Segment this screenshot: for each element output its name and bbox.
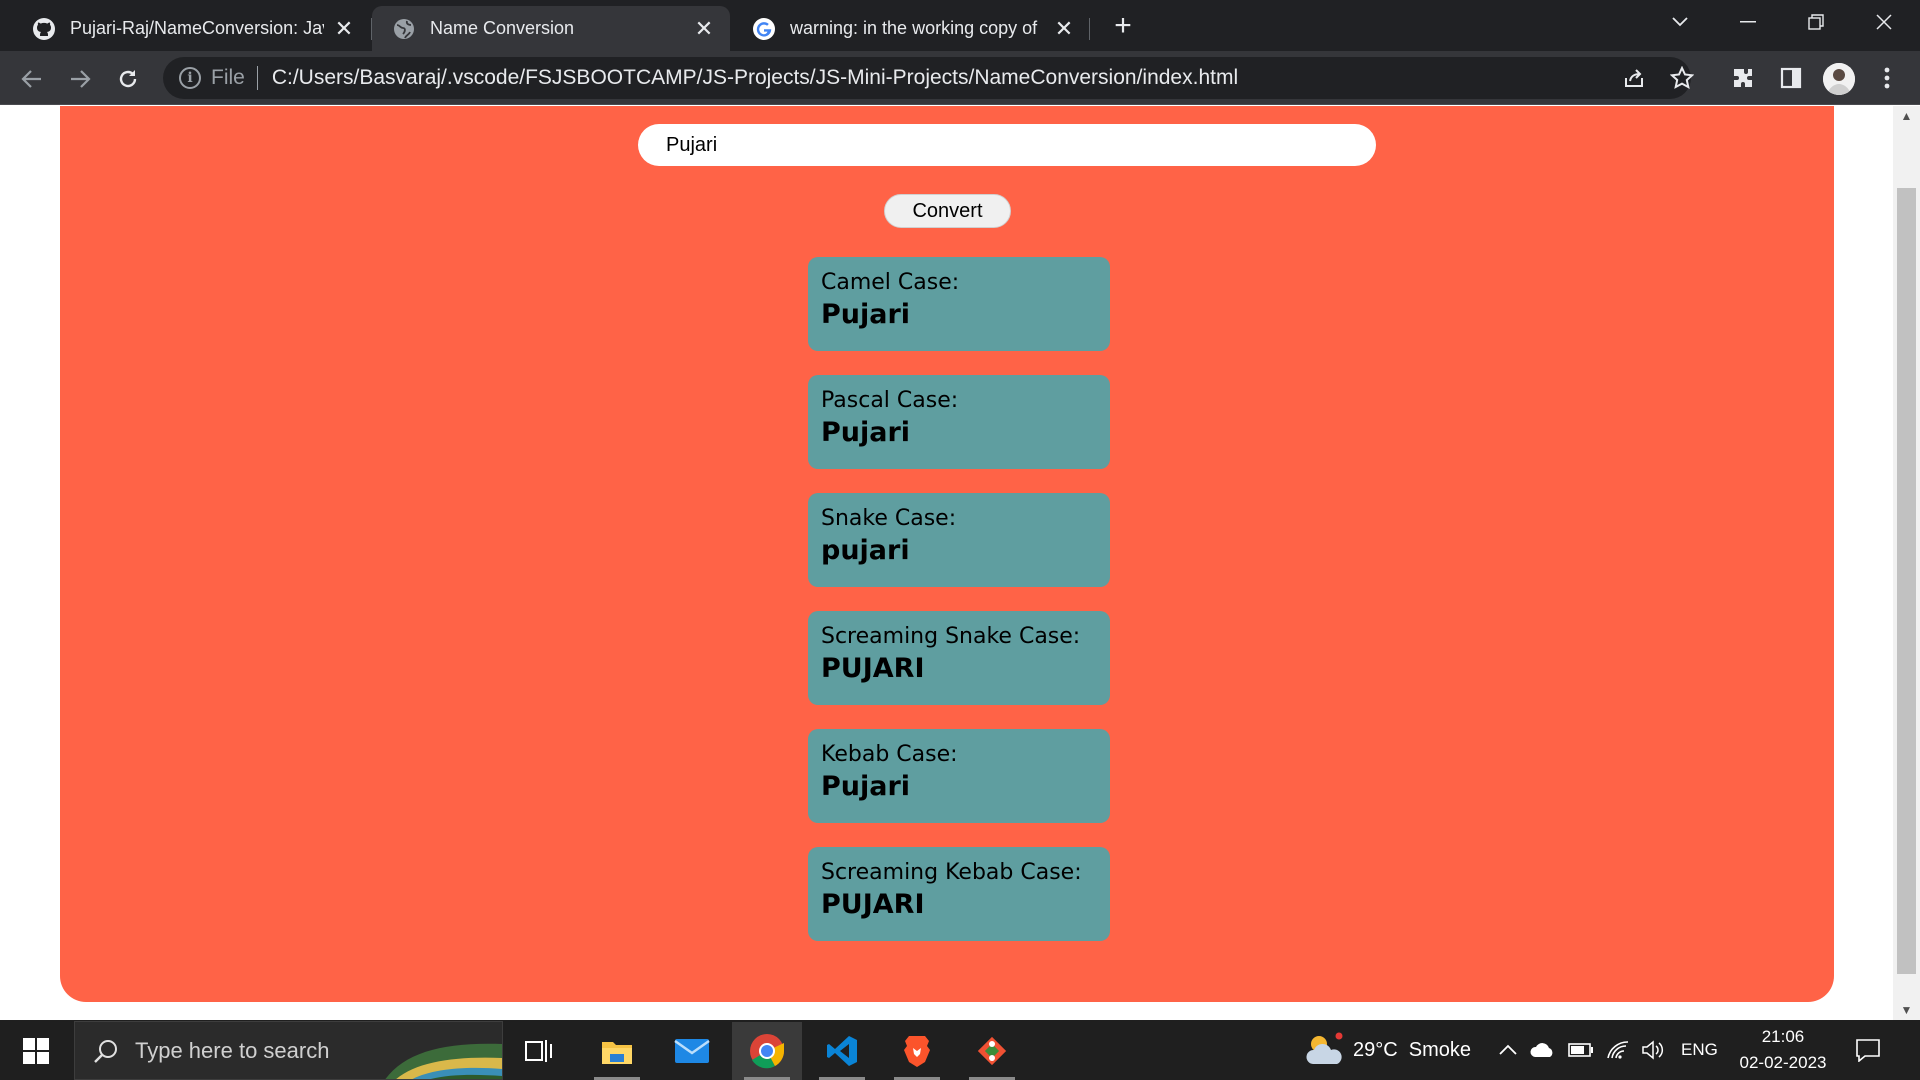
- result-label: Snake Case:: [821, 506, 957, 531]
- tab-title: Pujari-Raj/NameConversion: Java: [70, 18, 324, 38]
- result-value: Pujari: [821, 417, 911, 448]
- result-label: Kebab Case:: [821, 742, 958, 767]
- share-icon[interactable]: [1620, 64, 1648, 92]
- search-icon: [93, 1038, 119, 1064]
- onedrive-icon[interactable]: [1530, 1020, 1556, 1080]
- close-window-icon[interactable]: [1854, 0, 1914, 44]
- page-viewport: Pujari Convert Camel Case: Pujari Pascal…: [0, 106, 1920, 1020]
- back-icon[interactable]: [15, 62, 49, 96]
- battery-icon[interactable]: [1568, 1020, 1594, 1080]
- brave-icon[interactable]: [882, 1022, 952, 1080]
- clock-date: 02-02-2023: [1739, 1053, 1827, 1072]
- tab-title: warning: in the working copy of: [790, 18, 1038, 38]
- result-value: Pujari: [821, 771, 911, 802]
- url-text[interactable]: C:/Users/Basvaraj/.vscode/FSJSBOOTCAMP/J…: [272, 66, 1238, 90]
- result-label: Pascal Case:: [821, 388, 959, 413]
- result-label: Screaming Snake Case:: [821, 624, 1081, 649]
- tab-title: Name Conversion: [430, 18, 575, 38]
- tab-name-conversion[interactable]: Name Conversion ✕: [372, 6, 730, 51]
- bookmark-star-icon[interactable]: [1668, 64, 1696, 92]
- new-tab-button[interactable]: +: [1108, 11, 1138, 42]
- windows-start-icon[interactable]: [12, 1031, 60, 1071]
- tab-search-icon[interactable]: [1650, 0, 1710, 44]
- globe-icon: [392, 17, 416, 41]
- side-panel-icon[interactable]: [1775, 62, 1807, 94]
- search-placeholder: Type here to search: [135, 1037, 330, 1063]
- result-camel-case: Camel Case: Pujari: [808, 257, 1110, 351]
- weather-text: 29°C Smoke: [1353, 1038, 1472, 1061]
- result-value: PUJARI: [821, 889, 925, 920]
- weather-cloudy-icon: [1305, 1032, 1345, 1068]
- input-language[interactable]: ENG: [1681, 1020, 1718, 1080]
- result-label: Camel Case:: [821, 270, 960, 295]
- tab-google[interactable]: warning: in the working copy of ✕: [732, 6, 1090, 51]
- vscode-icon[interactable]: [807, 1022, 877, 1080]
- taskbar-search-box[interactable]: Type here to search: [74, 1021, 503, 1080]
- result-kebab-case: Kebab Case: Pujari: [808, 729, 1110, 823]
- converter-container: Pujari Convert Camel Case: Pujari Pascal…: [60, 106, 1834, 1002]
- close-tab-icon[interactable]: ✕: [692, 16, 716, 41]
- result-screaming-snake-case: Screaming Snake Case: PUJARI: [808, 611, 1110, 705]
- google-icon: [752, 17, 776, 41]
- clock-time: 21:06: [1761, 1027, 1805, 1046]
- forward-icon[interactable]: [63, 62, 97, 96]
- result-value: Pujari: [821, 299, 911, 330]
- file-explorer-icon[interactable]: [582, 1022, 652, 1080]
- extensions-icon[interactable]: [1727, 62, 1759, 94]
- tab-github[interactable]: Pujari-Raj/NameConversion: Java ✕: [12, 6, 370, 51]
- close-tab-icon[interactable]: ✕: [332, 16, 356, 41]
- show-hidden-icons[interactable]: [1498, 1020, 1518, 1080]
- address-separator: [256, 66, 258, 90]
- search-highlight-image: [384, 1022, 502, 1079]
- scrollbar-thumb[interactable]: [1897, 188, 1916, 974]
- notifications-icon[interactable]: [1855, 1020, 1881, 1080]
- result-label: Screaming Kebab Case:: [821, 860, 1082, 885]
- close-tab-icon[interactable]: ✕: [1052, 16, 1076, 41]
- weather-widget[interactable]: 29°C Smoke: [1305, 1020, 1471, 1080]
- reload-icon[interactable]: [111, 62, 145, 96]
- volume-icon[interactable]: [1641, 1020, 1665, 1080]
- git-icon[interactable]: [957, 1022, 1027, 1080]
- convert-button[interactable]: Convert: [884, 194, 1011, 228]
- scroll-down-icon[interactable]: ▼: [1893, 1000, 1920, 1020]
- mail-icon[interactable]: [657, 1022, 727, 1080]
- wifi-icon[interactable]: [1606, 1020, 1630, 1080]
- result-snake-case: Snake Case: pujari: [808, 493, 1110, 587]
- github-icon: [32, 17, 56, 41]
- scroll-up-icon[interactable]: ▲: [1893, 106, 1920, 126]
- profile-avatar[interactable]: [1823, 63, 1855, 95]
- restore-icon[interactable]: [1786, 0, 1846, 44]
- name-input[interactable]: Pujari: [638, 124, 1376, 166]
- scheme-label: File: [211, 66, 245, 89]
- site-info-icon[interactable]: i: [179, 67, 201, 89]
- result-value: PUJARI: [821, 653, 925, 684]
- minimize-icon[interactable]: [1718, 0, 1778, 44]
- result-screaming-kebab-case: Screaming Kebab Case: PUJARI: [808, 847, 1110, 941]
- menu-kebab-icon[interactable]: [1871, 62, 1903, 94]
- result-pascal-case: Pascal Case: Pujari: [808, 375, 1110, 469]
- chrome-icon[interactable]: [732, 1022, 802, 1080]
- system-clock[interactable]: 21:06 02-02-2023: [1728, 1024, 1838, 1076]
- tab-separator: [1089, 18, 1090, 40]
- address-bar[interactable]: i File C:/Users/Basvaraj/.vscode/FSJSBOO…: [163, 57, 1691, 99]
- result-value: pujari: [821, 535, 910, 566]
- task-view-icon[interactable]: [504, 1022, 574, 1080]
